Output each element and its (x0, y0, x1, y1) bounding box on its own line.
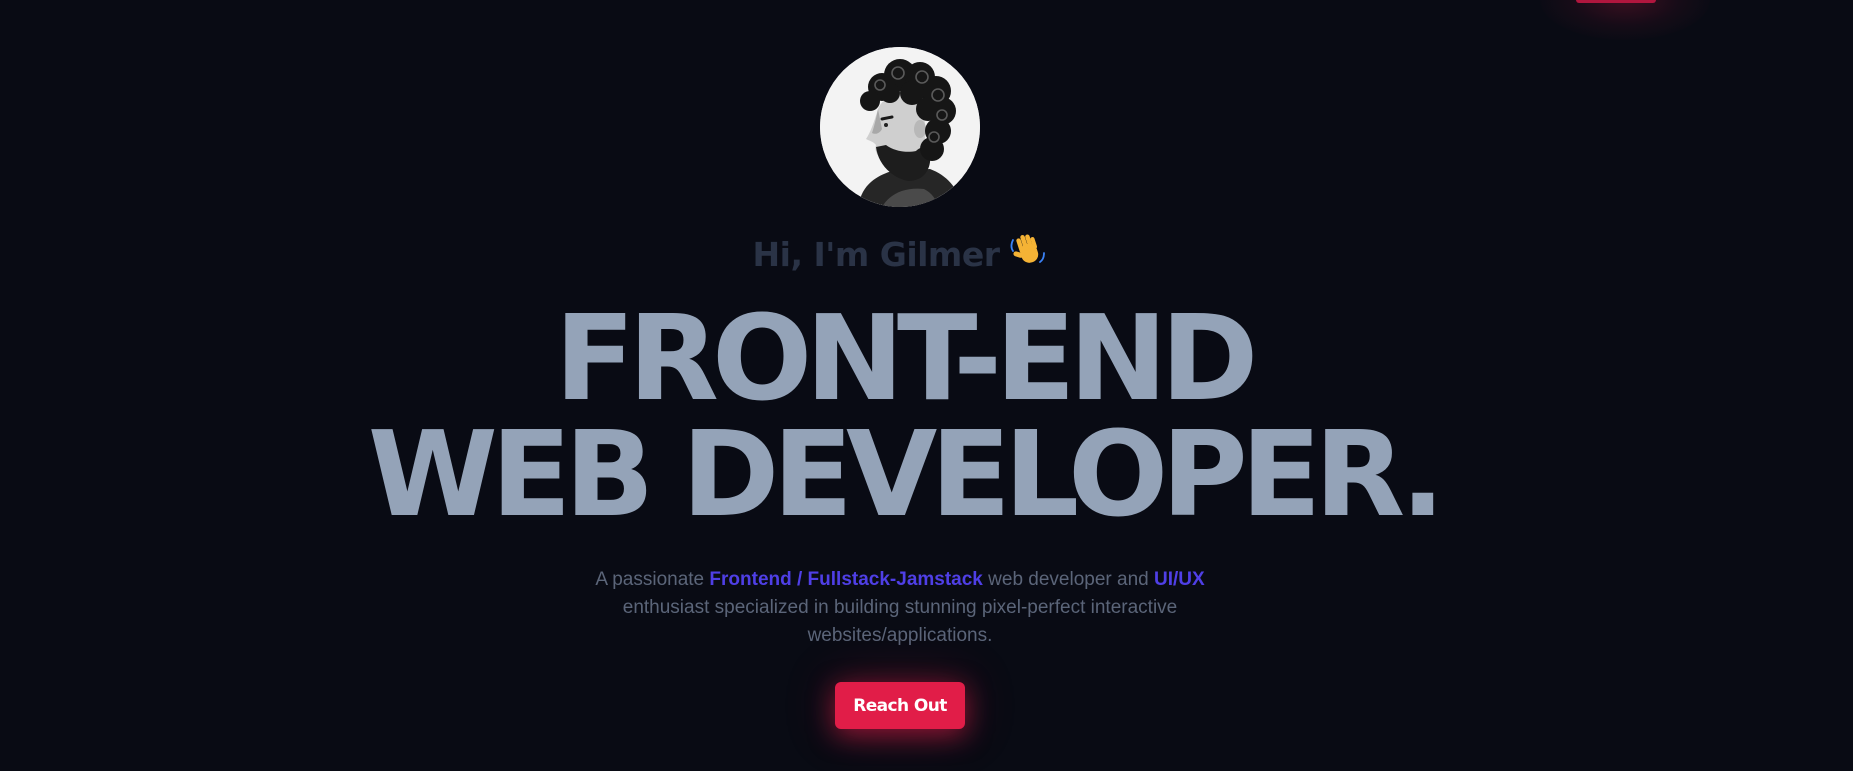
waving-hand-icon (1009, 232, 1047, 278)
portrait-photo-icon (820, 47, 980, 207)
headline-line-2: WEB DEVELOPER. (367, 405, 1446, 543)
page: Hi, I'm Gilmer FRONT-END WEB DEVELOPER. … (0, 0, 1853, 771)
greeting-text: Hi, I'm Gilmer (752, 235, 1000, 274)
avatar (820, 47, 980, 207)
reach-out-button[interactable]: Reach Out (835, 682, 965, 729)
description-highlight-stack: Frontend / Fullstack-Jamstack (709, 569, 983, 590)
headline-line-1: FRONT-END (554, 289, 1259, 427)
greeting: Hi, I'm Gilmer (0, 232, 1800, 278)
description-highlight-uiux: UI/UX (1154, 569, 1205, 590)
description-text-2: web developer and (982, 569, 1154, 590)
description-text-3: enthusiast specialized in building stunn… (622, 597, 1178, 646)
top-glow-decoration (1540, 0, 1710, 40)
intro-description: A passionate Frontend / Fullstack-Jamsta… (555, 566, 1245, 650)
description-text-1: A passionate (595, 569, 710, 590)
top-accent-bar (1576, 0, 1656, 3)
headline: FRONT-END WEB DEVELOPER. (0, 289, 1806, 543)
